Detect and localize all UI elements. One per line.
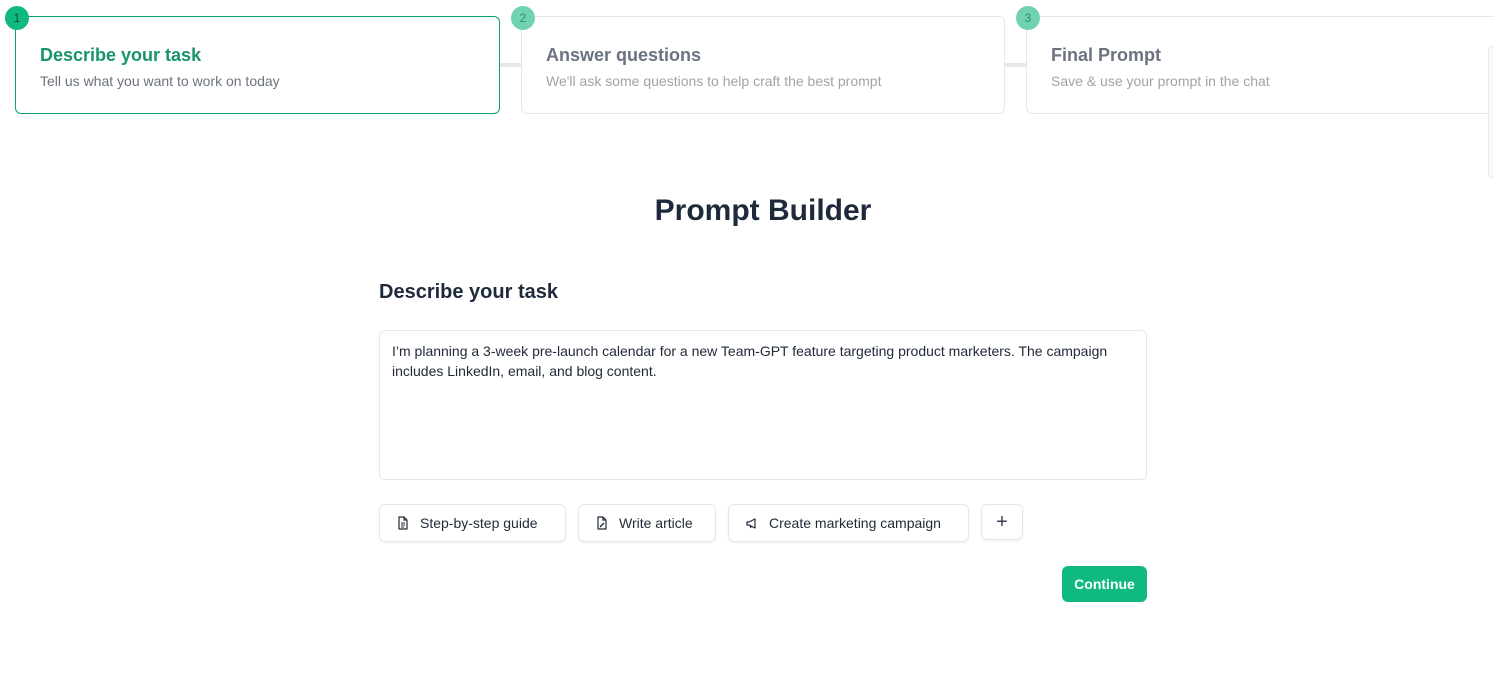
template-marketing-campaign-button[interactable]: Create marketing campaign — [728, 504, 969, 542]
continue-button[interactable]: Continue — [1062, 566, 1147, 602]
step-connector — [499, 63, 523, 67]
step-describe-task[interactable]: 1 Describe your task Tell us what you wa… — [5, 6, 500, 114]
stepper: 1 Describe your task Tell us what you wa… — [0, 0, 1494, 120]
add-template-button[interactable]: + — [981, 504, 1023, 540]
template-label: Write article — [619, 515, 693, 531]
step-number: 2 — [511, 6, 535, 30]
step-title: Describe your task — [40, 45, 202, 65]
step-title: Answer questions — [546, 45, 702, 65]
step-number: 3 — [1016, 6, 1040, 30]
file-edit-icon — [597, 516, 607, 530]
page-title: Prompt Builder — [654, 194, 872, 227]
template-step-by-step-button[interactable]: Step-by-step guide — [379, 504, 566, 542]
section-label: Describe your task — [379, 281, 558, 303]
plus-icon: + — [996, 510, 1008, 533]
megaphone-icon — [746, 518, 756, 529]
step-number: 1 — [5, 6, 29, 30]
template-label: Create marketing campaign — [769, 515, 941, 531]
step-title: Final Prompt — [1051, 45, 1162, 65]
step-final-prompt[interactable]: 3 Final Prompt Save & use your prompt in… — [1016, 6, 1494, 114]
template-label: Step-by-step guide — [420, 515, 538, 531]
side-scroll-handle[interactable] — [1488, 46, 1494, 178]
document-icon — [398, 516, 408, 530]
template-write-article-button[interactable]: Write article — [578, 504, 716, 542]
step-subtitle: Tell us what you want to work on today — [40, 73, 280, 89]
prompt-builder-page: 1 Describe your task Tell us what you wa… — [0, 0, 1494, 674]
step-answer-questions[interactable]: 2 Answer questions We'll ask some questi… — [511, 6, 1005, 114]
task-description-input[interactable] — [379, 330, 1147, 480]
step-subtitle: Save & use your prompt in the chat — [1051, 73, 1270, 89]
step-connector — [1004, 63, 1028, 67]
step-subtitle: We'll ask some questions to help craft t… — [546, 73, 882, 89]
